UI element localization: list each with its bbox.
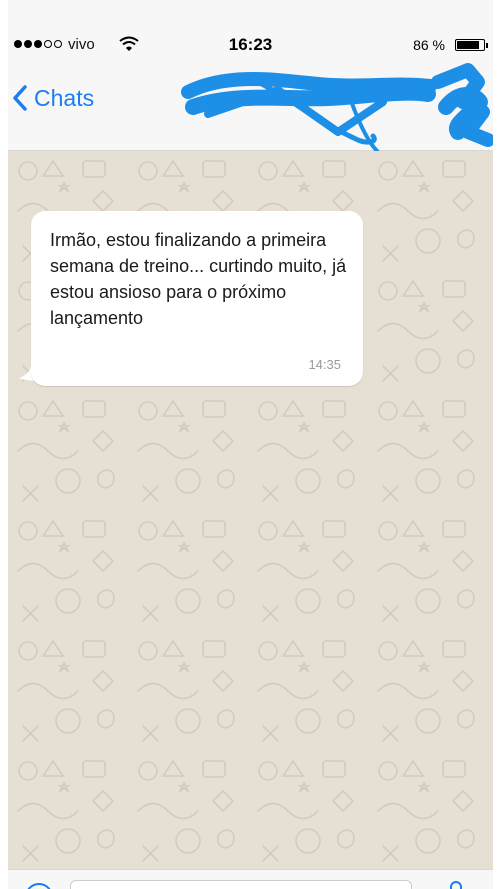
message-input[interactable] (70, 880, 412, 889)
message-text: Irmão, estou finalizando a primeira sema… (50, 230, 347, 328)
battery-percent: 86 % (413, 37, 445, 53)
redacted-contact-name[interactable] (168, 62, 493, 157)
status-bar: vivo 16:23 86 % (8, 30, 493, 60)
battery-icon (455, 39, 488, 51)
attach-icon[interactable] (24, 882, 54, 889)
incoming-message-bubble[interactable]: Irmão, estou finalizando a primeira sema… (31, 211, 363, 386)
message-timestamp: 14:35 (308, 357, 341, 372)
chat-header: Chats (8, 62, 493, 154)
back-label: Chats (34, 84, 95, 111)
microphone-icon[interactable] (446, 880, 466, 889)
chevron-left-icon (13, 85, 27, 111)
battery-level-fill (457, 41, 480, 49)
message-input-bar (8, 869, 493, 889)
phone-screen: vivo 16:23 86 % Chats Irmão, estou final… (8, 0, 493, 889)
conversation-area[interactable]: Irmão, estou finalizando a primeira sema… (8, 151, 493, 869)
back-button[interactable]: Chats (12, 84, 94, 112)
